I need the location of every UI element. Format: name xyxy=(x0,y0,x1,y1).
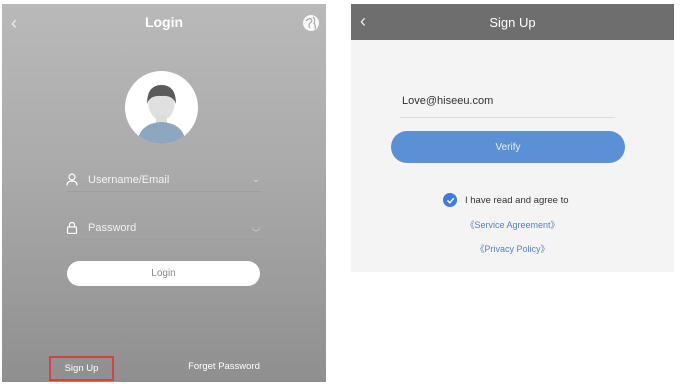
lock-icon xyxy=(66,220,88,236)
login-screen: ‹ Login ⌄ ◡ Login xyxy=(2,4,326,382)
agree-label: I have read and agree to xyxy=(465,194,569,206)
password-input[interactable] xyxy=(88,221,250,234)
service-agreement-link[interactable]: 《Service Agreement》 xyxy=(351,218,674,231)
username-input[interactable] xyxy=(88,173,250,186)
user-avatar xyxy=(125,71,198,144)
dropdown-chevron-icon[interactable]: ⌄ xyxy=(250,174,262,185)
forget-password-link[interactable]: Forget Password xyxy=(179,361,269,375)
signup-header: ‹ Sign Up xyxy=(351,4,674,40)
email-field[interactable] xyxy=(400,88,615,118)
privacy-policy-link[interactable]: 《Privacy Policy》 xyxy=(351,242,674,255)
hide-password-icon[interactable]: ◡ xyxy=(250,222,262,233)
user-icon xyxy=(66,172,88,188)
signup-title: Sign Up xyxy=(489,15,536,30)
login-button[interactable]: Login xyxy=(67,261,260,286)
verify-button[interactable]: Verify xyxy=(391,131,625,163)
password-field[interactable]: ◡ xyxy=(66,216,262,240)
username-field[interactable]: ⌄ xyxy=(66,168,262,192)
globe-icon[interactable] xyxy=(302,14,320,32)
sign-up-link[interactable]: Sign Up xyxy=(49,356,114,381)
agree-row[interactable]: I have read and agree to xyxy=(443,192,569,208)
login-title: Login xyxy=(144,14,184,30)
email-input[interactable] xyxy=(400,88,615,114)
signup-screen: ‹ Sign Up Verify I have read and agree t… xyxy=(351,4,674,272)
checkmark-circle-icon[interactable] xyxy=(443,193,457,207)
